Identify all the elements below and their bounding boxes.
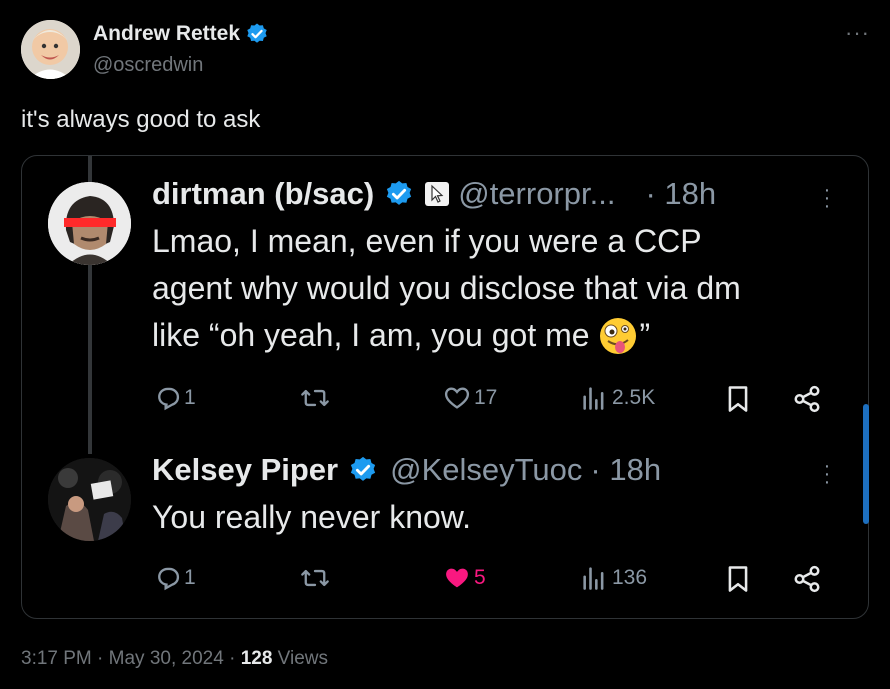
- tweet1-retweet-button[interactable]: [300, 384, 330, 412]
- share-icon: [794, 385, 820, 413]
- tweet1-text-line: like “oh yeah, I am, you got me: [152, 317, 590, 353]
- cursor-box-icon: [425, 182, 450, 206]
- tweet2-text: You really never know.: [152, 499, 472, 535]
- more-options-icon[interactable]: ···: [845, 20, 870, 46]
- tweet1-text-end: ”: [639, 317, 651, 353]
- tweet1-text-line: agent why would you disclose that via dm: [152, 270, 741, 306]
- heart-filled-icon: [446, 568, 468, 588]
- tweet2-share-button[interactable]: [792, 564, 822, 594]
- tweet1-view-count: 2.5K: [612, 386, 656, 409]
- bookmark-icon: [728, 386, 748, 412]
- views-chart-icon: [583, 387, 604, 410]
- tweet2-view-count: 136: [612, 566, 648, 589]
- tweet2-views[interactable]: 136: [580, 564, 647, 592]
- scroll-indicator[interactable]: [863, 404, 869, 524]
- tweet2-retweet-button[interactable]: [300, 564, 330, 592]
- post-time[interactable]: 3:17 PM: [21, 648, 92, 669]
- tweet1-text-line: Lmao, I mean, even if you were a CCP: [152, 223, 702, 259]
- tweet1-more-icon[interactable]: · · ·: [822, 180, 832, 216]
- tweet2-avatar[interactable]: [48, 458, 131, 541]
- thread-connector: [88, 156, 92, 184]
- verified-badge-icon: [387, 180, 412, 205]
- reply-icon: [158, 387, 180, 411]
- tweet1-share-button[interactable]: [792, 384, 822, 414]
- bookmark-icon: [728, 566, 748, 592]
- tweet2-time[interactable]: · 18h: [590, 452, 661, 488]
- tweet1-reply-button[interactable]: 1: [154, 384, 196, 412]
- tweet1-time[interactable]: · 18h: [645, 176, 716, 212]
- tweet2-more-icon[interactable]: · · ·: [822, 456, 832, 492]
- tweet2-name[interactable]: Kelsey Piper: [152, 452, 338, 488]
- tweet1-reply-count: 1: [184, 386, 196, 409]
- meta-separator: ·: [97, 648, 104, 669]
- tweet1-name[interactable]: dirtman (b/sac): [152, 176, 374, 212]
- tweet1-bookmark-button[interactable]: [724, 384, 752, 414]
- tweet1-like-button[interactable]: 17: [442, 384, 497, 412]
- tweet1-handle[interactable]: @terrorpr...: [458, 176, 615, 212]
- meta-separator: ·: [229, 648, 236, 669]
- views-label: Views: [277, 648, 329, 669]
- retweet-icon: [301, 389, 329, 407]
- zany-face-emoji-icon: [599, 317, 636, 354]
- tweet2-reply-count: 1: [184, 566, 196, 589]
- verified-badge-icon: [247, 23, 267, 43]
- tweet2-like-count: 5: [474, 566, 486, 589]
- views-chart-icon: [583, 567, 604, 590]
- share-icon: [794, 565, 820, 593]
- reply-icon: [158, 567, 180, 591]
- views-count: 128: [240, 648, 273, 669]
- post-text: it's always good to ask: [21, 106, 261, 133]
- tweet1-views[interactable]: 2.5K: [580, 384, 655, 412]
- tweet2-handle[interactable]: @KelseyTuoc: [390, 452, 582, 488]
- tweet2-like-button[interactable]: 5: [442, 564, 486, 592]
- thread-connector: [88, 264, 92, 454]
- author-name[interactable]: Andrew Rettek: [93, 22, 240, 46]
- author-handle[interactable]: @oscredwin: [93, 54, 203, 77]
- verified-badge-icon: [350, 456, 376, 481]
- tweet2-reply-button[interactable]: 1: [154, 564, 196, 592]
- retweet-icon: [301, 569, 329, 587]
- tweet2-bookmark-button[interactable]: [724, 564, 752, 594]
- post-meta: 3:17 PM · May 30, 2024 · 128 Views: [21, 648, 328, 670]
- tweet1-avatar[interactable]: [48, 182, 131, 265]
- tweet1-text: Lmao, I mean, even if you were a CCP age…: [152, 218, 741, 359]
- tweet1-like-count: 17: [474, 386, 498, 409]
- heart-icon: [444, 387, 470, 409]
- post-date[interactable]: May 30, 2024: [109, 648, 224, 669]
- embedded-image[interactable]: dirtman (b/sac) @terrorpr... · 18h · · · L…: [21, 155, 869, 619]
- author-avatar[interactable]: [21, 20, 80, 79]
